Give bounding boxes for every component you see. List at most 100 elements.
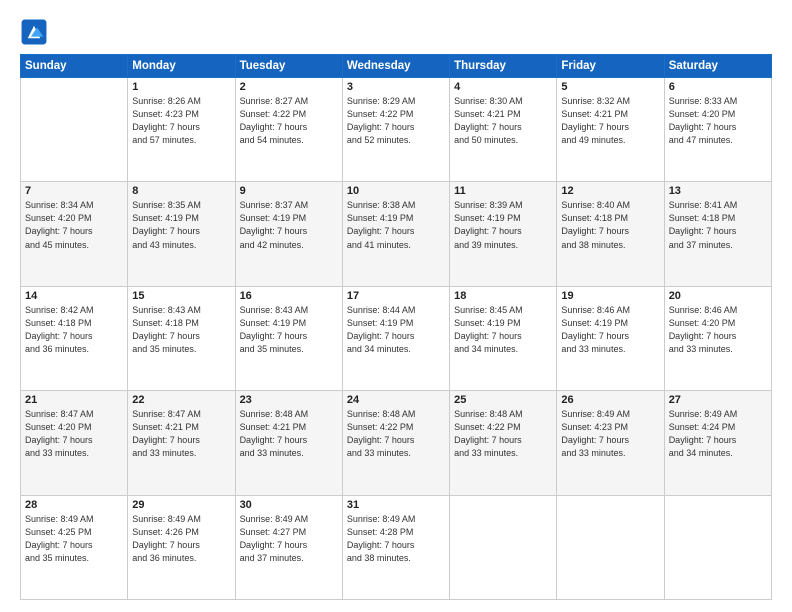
day-number: 25 (454, 394, 552, 406)
week-row-1: 1 Sunrise: 8:26 AMSunset: 4:23 PMDaylight… (21, 78, 772, 182)
day-info: Sunrise: 8:43 AMSunset: 4:18 PMDaylight:… (132, 304, 230, 356)
calendar-cell (21, 78, 128, 182)
day-info: Sunrise: 8:49 AMSunset: 4:24 PMDaylight:… (669, 408, 767, 460)
day-number: 18 (454, 290, 552, 302)
day-info: Sunrise: 8:39 AMSunset: 4:19 PMDaylight:… (454, 199, 552, 251)
calendar-cell: 21Sunrise: 8:47 AMSunset: 4:20 PMDayligh… (21, 391, 128, 495)
calendar-cell: 23Sunrise: 8:48 AMSunset: 4:21 PMDayligh… (235, 391, 342, 495)
calendar-cell: 11 Sunrise: 8:39 AMSunset: 4:19 PMDayligh… (450, 182, 557, 286)
day-number: 12 (561, 185, 659, 197)
day-info: Sunrise: 8:35 AMSunset: 4:19 PMDaylight:… (132, 199, 230, 251)
calendar-cell: 9 Sunrise: 8:37 AMSunset: 4:19 PMDaylight… (235, 182, 342, 286)
day-info: Sunrise: 8:49 AMSunset: 4:27 PMDaylight:… (240, 513, 338, 565)
day-info: Sunrise: 8:49 AMSunset: 4:28 PMDaylight:… (347, 513, 445, 565)
day-info: Sunrise: 8:27 AMSunset: 4:22 PMDaylight:… (240, 95, 338, 147)
day-info: Sunrise: 8:46 AMSunset: 4:20 PMDaylight:… (669, 304, 767, 356)
day-number: 1 (132, 81, 230, 93)
header (20, 18, 772, 46)
day-number: 3 (347, 81, 445, 93)
day-info: Sunrise: 8:47 AMSunset: 4:20 PMDaylight:… (25, 408, 123, 460)
day-number: 19 (561, 290, 659, 302)
calendar-cell: 18Sunrise: 8:45 AMSunset: 4:19 PMDayligh… (450, 286, 557, 390)
day-info: Sunrise: 8:26 AMSunset: 4:23 PMDaylight:… (132, 95, 230, 147)
day-header-tuesday: Tuesday (235, 55, 342, 78)
calendar-cell (450, 495, 557, 599)
day-header-saturday: Saturday (664, 55, 771, 78)
calendar-cell: 28 Sunrise: 8:49 AMSunset: 4:25 PMDayligh… (21, 495, 128, 599)
day-info: Sunrise: 8:34 AMSunset: 4:20 PMDaylight:… (25, 199, 123, 251)
day-number: 2 (240, 81, 338, 93)
day-number: 11 (454, 185, 552, 197)
calendar-cell: 19 Sunrise: 8:46 AMSunset: 4:19 PMDayligh… (557, 286, 664, 390)
day-number: 28 (25, 499, 123, 511)
calendar-cell: 27Sunrise: 8:49 AMSunset: 4:24 PMDayligh… (664, 391, 771, 495)
day-number: 4 (454, 81, 552, 93)
calendar-cell: 2 Sunrise: 8:27 AMSunset: 4:22 PMDaylight… (235, 78, 342, 182)
day-header-monday: Monday (128, 55, 235, 78)
day-info: Sunrise: 8:49 AMSunset: 4:26 PMDaylight:… (132, 513, 230, 565)
day-number: 16 (240, 290, 338, 302)
calendar-cell: 6Sunrise: 8:33 AMSunset: 4:20 PMDaylight… (664, 78, 771, 182)
calendar-cell: 16 Sunrise: 8:43 AMSunset: 4:19 PMDayligh… (235, 286, 342, 390)
calendar-cell: 22 Sunrise: 8:47 AMSunset: 4:21 PMDayligh… (128, 391, 235, 495)
calendar-cell: 1 Sunrise: 8:26 AMSunset: 4:23 PMDaylight… (128, 78, 235, 182)
calendar-cell: 14 Sunrise: 8:42 AMSunset: 4:18 PMDayligh… (21, 286, 128, 390)
calendar-cell: 10Sunrise: 8:38 AMSunset: 4:19 PMDayligh… (342, 182, 449, 286)
day-number: 31 (347, 499, 445, 511)
calendar-table: SundayMondayTuesdayWednesdayThursdayFrid… (20, 54, 772, 600)
day-header-friday: Friday (557, 55, 664, 78)
calendar-header-row: SundayMondayTuesdayWednesdayThursdayFrid… (21, 55, 772, 78)
calendar-cell: 31 Sunrise: 8:49 AMSunset: 4:28 PMDayligh… (342, 495, 449, 599)
day-number: 13 (669, 185, 767, 197)
calendar-cell: 24Sunrise: 8:48 AMSunset: 4:22 PMDayligh… (342, 391, 449, 495)
day-number: 6 (669, 81, 767, 93)
day-number: 26 (561, 394, 659, 406)
day-info: Sunrise: 8:30 AMSunset: 4:21 PMDaylight:… (454, 95, 552, 147)
day-number: 17 (347, 290, 445, 302)
week-row-2: 7 Sunrise: 8:34 AMSunset: 4:20 PMDaylight… (21, 182, 772, 286)
day-info: Sunrise: 8:48 AMSunset: 4:22 PMDaylight:… (454, 408, 552, 460)
day-info: Sunrise: 8:37 AMSunset: 4:19 PMDaylight:… (240, 199, 338, 251)
day-info: Sunrise: 8:41 AMSunset: 4:18 PMDaylight:… (669, 199, 767, 251)
day-number: 23 (240, 394, 338, 406)
day-number: 29 (132, 499, 230, 511)
day-number: 10 (347, 185, 445, 197)
day-number: 22 (132, 394, 230, 406)
calendar-cell: 15 Sunrise: 8:43 AMSunset: 4:18 PMDayligh… (128, 286, 235, 390)
day-info: Sunrise: 8:47 AMSunset: 4:21 PMDaylight:… (132, 408, 230, 460)
day-number: 20 (669, 290, 767, 302)
day-number: 24 (347, 394, 445, 406)
week-row-3: 14 Sunrise: 8:42 AMSunset: 4:18 PMDayligh… (21, 286, 772, 390)
day-number: 14 (25, 290, 123, 302)
day-number: 30 (240, 499, 338, 511)
day-header-sunday: Sunday (21, 55, 128, 78)
logo-icon (20, 18, 48, 46)
day-number: 8 (132, 185, 230, 197)
calendar-cell: 17Sunrise: 8:44 AMSunset: 4:19 PMDayligh… (342, 286, 449, 390)
calendar-cell: 25 Sunrise: 8:48 AMSunset: 4:22 PMDayligh… (450, 391, 557, 495)
day-info: Sunrise: 8:29 AMSunset: 4:22 PMDaylight:… (347, 95, 445, 147)
calendar-cell (557, 495, 664, 599)
day-info: Sunrise: 8:46 AMSunset: 4:19 PMDaylight:… (561, 304, 659, 356)
day-number: 7 (25, 185, 123, 197)
calendar-cell: 29 Sunrise: 8:49 AMSunset: 4:26 PMDayligh… (128, 495, 235, 599)
day-info: Sunrise: 8:43 AMSunset: 4:19 PMDaylight:… (240, 304, 338, 356)
day-info: Sunrise: 8:40 AMSunset: 4:18 PMDaylight:… (561, 199, 659, 251)
day-info: Sunrise: 8:49 AMSunset: 4:25 PMDaylight:… (25, 513, 123, 565)
day-header-wednesday: Wednesday (342, 55, 449, 78)
calendar-cell: 4 Sunrise: 8:30 AMSunset: 4:21 PMDaylight… (450, 78, 557, 182)
day-info: Sunrise: 8:42 AMSunset: 4:18 PMDaylight:… (25, 304, 123, 356)
day-number: 9 (240, 185, 338, 197)
calendar-cell: 3 Sunrise: 8:29 AMSunset: 4:22 PMDaylight… (342, 78, 449, 182)
calendar-cell: 5 Sunrise: 8:32 AMSunset: 4:21 PMDaylight… (557, 78, 664, 182)
calendar-cell: 30 Sunrise: 8:49 AMSunset: 4:27 PMDayligh… (235, 495, 342, 599)
calendar-cell: 20 Sunrise: 8:46 AMSunset: 4:20 PMDayligh… (664, 286, 771, 390)
day-number: 15 (132, 290, 230, 302)
logo (20, 18, 52, 46)
day-number: 5 (561, 81, 659, 93)
calendar-cell: 13 Sunrise: 8:41 AMSunset: 4:18 PMDayligh… (664, 182, 771, 286)
calendar-cell: 7 Sunrise: 8:34 AMSunset: 4:20 PMDaylight… (21, 182, 128, 286)
day-header-thursday: Thursday (450, 55, 557, 78)
day-info: Sunrise: 8:32 AMSunset: 4:21 PMDaylight:… (561, 95, 659, 147)
week-row-5: 28 Sunrise: 8:49 AMSunset: 4:25 PMDayligh… (21, 495, 772, 599)
